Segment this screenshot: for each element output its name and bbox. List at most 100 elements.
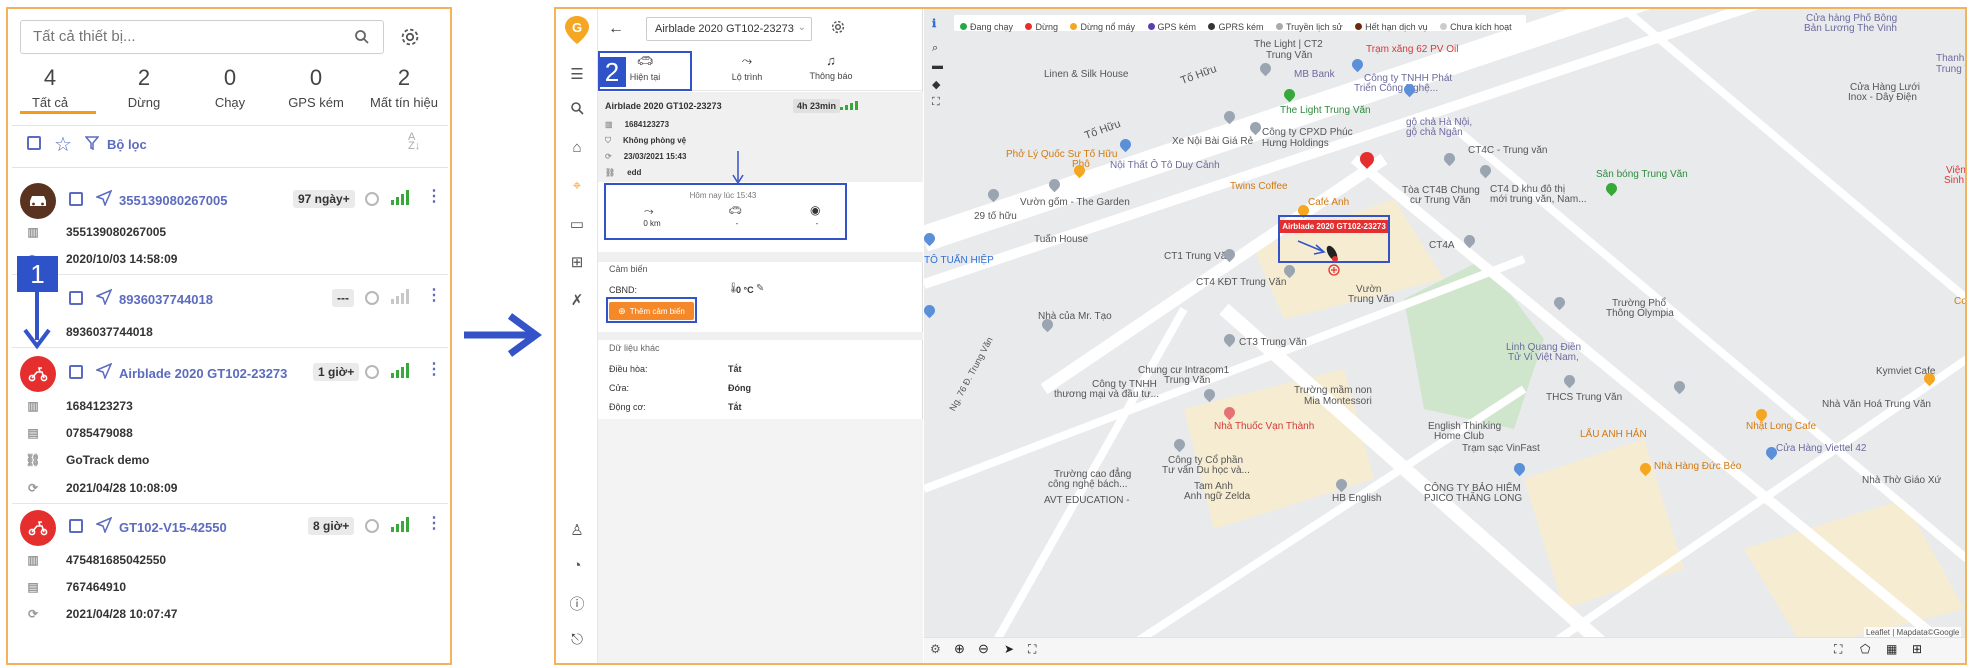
info-time: ⟳ 2021/04/28 10:07:47 xyxy=(25,607,177,621)
more-menu-icon[interactable]: ⋮ xyxy=(426,285,442,305)
grid-icon[interactable]: ⊞ xyxy=(556,253,598,271)
filter-icon[interactable] xyxy=(84,136,100,156)
detail-empty-area xyxy=(598,419,923,663)
map-pin-icon[interactable]: ⌖ xyxy=(556,177,598,194)
select-area-icon[interactable]: ⛶ xyxy=(1834,642,1842,657)
help-icon[interactable]: ⓘ xyxy=(556,593,598,614)
vehicle-checkbox[interactable] xyxy=(69,192,83,206)
info-time: ⟳ 2021/04/28 10:08:09 xyxy=(25,481,177,495)
star-icon[interactable]: ☆ xyxy=(54,132,72,157)
vehicle-name[interactable]: 355139080267005 xyxy=(119,193,227,208)
status-badge: 97 ngày+ xyxy=(293,190,355,208)
shield-icon: ⛉ xyxy=(605,136,611,145)
vehicle-name[interactable]: Airblade 2020 GT102-23273 xyxy=(119,366,287,381)
app-sidebar: G ☰ ⌂ ⌖ ▭ ⊞ ✗ ♙ ◔ ⓘ ⎋ xyxy=(556,9,598,663)
filter-label[interactable]: Bộ lọc xyxy=(107,137,147,152)
tab-notifications[interactable]: ♫ Thông báo xyxy=(789,53,873,89)
divider xyxy=(12,274,448,275)
back-arrow-icon[interactable]: ← xyxy=(608,20,624,38)
status-legend: Đang chạy Dừng Dừng nổ máy GPS kém GPRS … xyxy=(954,15,1526,32)
zoom-search-icon[interactable]: ⌕ xyxy=(932,42,938,55)
scooter-avatar-icon xyxy=(20,510,56,546)
fullscreen-icon[interactable]: ⛶ xyxy=(932,96,940,109)
vehicle-name[interactable]: GT102-V15-42550 xyxy=(119,520,227,535)
navigate-icon[interactable] xyxy=(94,516,113,538)
stat-running[interactable]: 0 Chạy xyxy=(184,65,276,110)
refresh-icon: ⟳ xyxy=(605,152,612,161)
info-group: ⛓ edd xyxy=(605,168,642,177)
annotation-arrow-down xyxy=(732,151,744,185)
route-icon: ⤳ xyxy=(741,53,753,68)
legend-running: Đang chạy xyxy=(960,22,1013,32)
zoom-in-icon[interactable]: ⊕ xyxy=(954,641,965,657)
scooter-avatar-icon xyxy=(20,356,56,392)
gear-icon[interactable] xyxy=(830,19,846,40)
divider xyxy=(598,332,923,340)
navigate-icon[interactable] xyxy=(94,189,113,211)
map-view[interactable]: Đang chạy Dừng Dừng nổ máy GPS kém GPRS … xyxy=(924,9,1965,663)
info-group: ⛓ GoTrack demo xyxy=(25,453,150,467)
stat-stopped[interactable]: 2 Dừng xyxy=(98,65,190,110)
vehicle-name[interactable]: 8936037744018 xyxy=(119,292,213,307)
device-search-input[interactable] xyxy=(33,28,333,45)
tools-icon[interactable]: ✗ xyxy=(556,291,598,309)
car-avatar-icon xyxy=(20,183,56,219)
sim-icon: ▤ xyxy=(27,580,39,594)
tab-route[interactable]: ⤳ Lộ trình xyxy=(705,53,789,89)
more-menu-icon[interactable]: ⋮ xyxy=(426,513,442,533)
vehicle-select[interactable]: Airblade 2020 GT102-23273 ⌄ xyxy=(646,17,812,41)
select-all-checkbox[interactable] xyxy=(27,136,41,150)
device-list-panel: 4Tất cả 2Dừng 0Chạy 0GPS kém 2Mất tín hi… xyxy=(6,7,452,665)
signal-icon xyxy=(391,363,409,378)
vehicle-checkbox[interactable] xyxy=(69,291,83,305)
fullscreen-icon[interactable]: ⛶ xyxy=(1028,642,1036,657)
status-badge: 8 giờ+ xyxy=(308,517,355,535)
settings-icon[interactable]: ⚙ xyxy=(930,642,941,656)
vehicle-marker-icon xyxy=(1297,240,1340,276)
ruler-icon[interactable]: ▬ xyxy=(932,60,943,72)
info-icon[interactable]: ℹ xyxy=(932,17,936,30)
bell-icon[interactable]: ◔ xyxy=(556,557,598,574)
logout-icon[interactable]: ⎋ xyxy=(556,631,598,648)
expand-icon[interactable]: ⊞ xyxy=(1912,642,1922,656)
legend-history: Truyền lịch sử xyxy=(1275,22,1343,32)
search-icon[interactable] xyxy=(556,101,598,119)
refresh-icon: ⟳ xyxy=(27,481,39,495)
home-icon[interactable]: ⌂ xyxy=(556,139,598,156)
barcode-icon: ▥ xyxy=(27,225,39,239)
divider xyxy=(12,167,448,168)
legend-inactive: Chưa kích hoạt xyxy=(1440,22,1512,32)
stat-all[interactable]: 4 Tất cả xyxy=(4,65,96,110)
direction-icon[interactable]: ◆ xyxy=(932,78,940,91)
vehicle-checkbox[interactable] xyxy=(69,365,83,379)
edit-icon[interactable]: ✎ xyxy=(756,283,764,294)
bell-icon: ♫ xyxy=(826,53,836,68)
stat-lost-signal[interactable]: 2 Mất tín hiệu xyxy=(358,65,450,110)
app-logo: G xyxy=(564,15,590,45)
refresh-icon: ⟳ xyxy=(27,607,39,621)
navigate-icon[interactable] xyxy=(94,362,113,384)
more-menu-icon[interactable]: ⋮ xyxy=(426,359,442,379)
user-icon[interactable]: ♙ xyxy=(556,521,598,539)
device-search-box[interactable] xyxy=(20,20,384,54)
group-icon: ⛓ xyxy=(25,453,41,467)
monitor-icon[interactable]: ▭ xyxy=(556,215,598,233)
zoom-out-icon[interactable]: ⊖ xyxy=(978,641,989,657)
menu-icon[interactable]: ☰ xyxy=(556,65,598,83)
more-menu-icon[interactable]: ⋮ xyxy=(426,186,442,206)
vehicle-checkbox[interactable] xyxy=(69,519,83,533)
polygon-icon[interactable]: ⬠ xyxy=(1860,642,1870,656)
signal-icon xyxy=(391,190,409,205)
sort-icon[interactable]: A Z↓ xyxy=(408,132,420,152)
info-phone: ▤ 767464910 xyxy=(25,580,126,594)
power-icon xyxy=(365,365,379,379)
status-badge: --- xyxy=(332,289,354,307)
locate-icon[interactable]: ➤ xyxy=(1004,642,1014,656)
navigate-icon[interactable] xyxy=(94,288,113,310)
map-bottom-toolbar: ⚙ ⊕ ⊖ ➤ ⛶ ⛶ ⬠ ▦ ⊞ xyxy=(924,637,1965,663)
signal-icon xyxy=(391,517,409,532)
stat-gps-weak[interactable]: 0 GPS kém xyxy=(270,65,362,110)
layers-icon[interactable]: ▦ xyxy=(1886,642,1897,656)
search-icon[interactable] xyxy=(354,29,370,50)
gear-icon[interactable] xyxy=(399,26,421,53)
